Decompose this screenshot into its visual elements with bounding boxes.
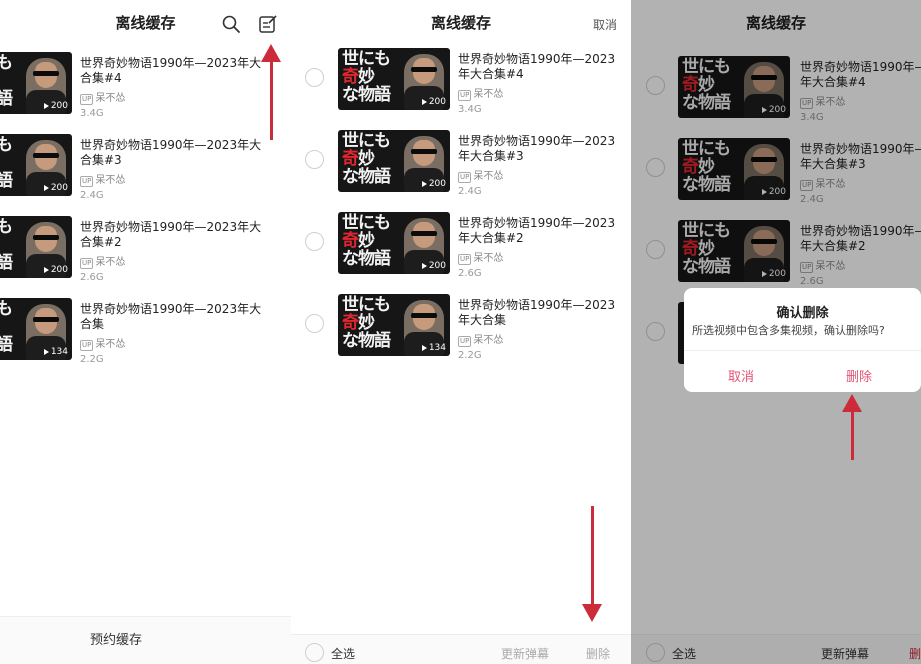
- confirm-delete-dialog: 确认删除 所选视频中包含多集视频，确认删除吗? 取消 删除: [684, 288, 921, 392]
- play-icon: [421, 98, 427, 105]
- file-size: 3.4G: [458, 104, 482, 115]
- list-item[interactable]: 世にも 奇妙 な物語 200 世界奇妙物语1990年—2023年大合集#3 UP…: [291, 130, 631, 200]
- arrow-down-icon: [582, 604, 602, 622]
- video-thumbnail: 世にも 奇妙 な物語 134: [0, 298, 72, 360]
- panel-confirm-delete: 离线缓存 世にも 奇妙 な物語 200 世界奇妙物语1990年— 年大合集#4 U…: [631, 0, 921, 664]
- arrow-shaft: [270, 60, 273, 140]
- page-title: 离线缓存: [430, 14, 491, 32]
- file-size: 2.6G: [458, 268, 482, 279]
- video-title: 世界奇妙物语1990年—2023年大合集: [458, 298, 616, 327]
- file-size: 2.2G: [80, 354, 104, 365]
- list-item[interactable]: 世にも 奇妙 な物語 134 世界奇妙物语1990年—2023年大合集 UP呆不…: [291, 294, 631, 364]
- video-title: 世界奇妙物语1990年—2023年大合集#3: [458, 134, 616, 163]
- video-thumbnail: 世にも 奇妙 な物語 200: [0, 134, 72, 196]
- uploader: UP 呆不怂: [458, 171, 504, 183]
- file-size: 2.2G: [458, 350, 482, 361]
- list-item[interactable]: 世にも 奇妙 な物語 200 世界奇妙物语1990年—2023年大合集#3 UP…: [0, 134, 291, 204]
- play-icon: [43, 184, 49, 191]
- uploader: UP 呆不怂: [80, 93, 126, 105]
- episode-count: 134: [43, 347, 68, 357]
- bottom-bar: 预约缓存: [0, 616, 291, 664]
- up-badge-icon: UP: [80, 340, 94, 351]
- episode-count: 200: [43, 183, 68, 193]
- list-item[interactable]: 世にも 奇妙 な物語 134 世界奇妙物语1990年—2023年大合集 UP呆不…: [0, 298, 291, 368]
- video-title: 世界奇妙物语1990年—2023年大合集#2: [80, 220, 262, 249]
- panel-offline-cache: 离线缓存 世にも 奇妙 な物語 200 世界奇妙物语1990年—2023年大合集…: [0, 0, 291, 664]
- bottom-bar: 全选 更新弹幕 删除: [291, 634, 631, 664]
- play-icon: [43, 102, 49, 109]
- delete-button[interactable]: 删除: [586, 645, 610, 662]
- play-icon: [421, 344, 427, 351]
- edit-icon[interactable]: [258, 14, 278, 34]
- video-title: 世界奇妙物语1990年—2023年大合集: [80, 302, 262, 331]
- uploader: UP 呆不怂: [458, 253, 504, 265]
- play-icon: [421, 180, 427, 187]
- play-icon: [421, 262, 427, 269]
- uploader: UP 呆不怂: [458, 89, 504, 101]
- up-badge-icon: UP: [458, 254, 472, 265]
- select-radio[interactable]: [305, 150, 324, 169]
- video-thumbnail: 世にも 奇妙 な物語 200: [338, 212, 450, 274]
- select-radio[interactable]: [305, 232, 324, 251]
- cancel-button[interactable]: 取消: [593, 16, 617, 33]
- reserve-cache-button[interactable]: 预约缓存: [90, 629, 142, 648]
- update-danmaku-button[interactable]: 更新弹幕: [501, 645, 549, 662]
- episode-count: 200: [43, 265, 68, 275]
- uploader: UP 呆不怂: [80, 257, 126, 269]
- up-badge-icon: UP: [80, 94, 94, 105]
- video-thumbnail: 世にも 奇妙 な物語 134: [338, 294, 450, 356]
- search-icon[interactable]: [221, 14, 241, 34]
- episode-count: 200: [43, 101, 68, 111]
- panel-edit-mode: 离线缓存 取消 世にも 奇妙 な物語 200 世界奇妙物语1990年—2023年…: [291, 0, 631, 664]
- select-all-label[interactable]: 全选: [331, 645, 355, 662]
- uploader: UP 呆不怂: [458, 335, 504, 347]
- video-thumbnail: 世にも 奇妙 な物語 200: [338, 130, 450, 192]
- video-title: 世界奇妙物语1990年—2023年大合集#2: [458, 216, 616, 245]
- select-radio[interactable]: [305, 314, 324, 333]
- play-icon: [43, 348, 49, 355]
- arrow-shaft: [591, 506, 594, 610]
- file-size: 2.6G: [80, 272, 104, 283]
- dialog-confirm-delete-button[interactable]: 删除: [846, 366, 872, 385]
- uploader: UP 呆不怂: [80, 339, 126, 351]
- arrow-shaft: [851, 410, 854, 460]
- up-badge-icon: UP: [80, 176, 94, 187]
- up-badge-icon: UP: [458, 172, 472, 183]
- video-thumbnail: 世にも 奇妙 な物語 200: [0, 52, 72, 114]
- episode-count: 200: [421, 97, 446, 107]
- video-thumbnail: 世にも 奇妙 な物語 200: [338, 48, 450, 110]
- episode-count: 134: [421, 343, 446, 353]
- file-size: 2.4G: [80, 190, 104, 201]
- file-size: 3.4G: [80, 108, 104, 119]
- file-size: 2.4G: [458, 186, 482, 197]
- play-icon: [43, 266, 49, 273]
- up-badge-icon: UP: [458, 336, 472, 347]
- up-badge-icon: UP: [458, 90, 472, 101]
- list-item[interactable]: 世にも 奇妙 な物語 200 世界奇妙物语1990年—2023年大合集#2 UP…: [0, 216, 291, 286]
- episode-count: 200: [421, 261, 446, 271]
- list-item[interactable]: 世にも 奇妙 な物語 200 世界奇妙物语1990年—2023年大合集#2 UP…: [291, 212, 631, 282]
- page-title: 离线缓存: [115, 14, 176, 32]
- list-item[interactable]: 世にも 奇妙 な物語 200 世界奇妙物语1990年—2023年大合集#4 UP…: [291, 48, 631, 118]
- video-title: 世界奇妙物语1990年—2023年大合集#4: [458, 52, 616, 81]
- uploader: UP 呆不怂: [80, 175, 126, 187]
- dialog-title: 确认删除: [776, 306, 829, 321]
- video-thumbnail: 世にも 奇妙 な物語 200: [0, 216, 72, 278]
- dialog-message: 所选视频中包含多集视频，确认删除吗?: [692, 324, 885, 337]
- video-title: 世界奇妙物语1990年—2023年大合集#4: [80, 56, 262, 85]
- select-radio[interactable]: [305, 68, 324, 87]
- video-title: 世界奇妙物语1990年—2023年大合集#3: [80, 138, 262, 167]
- list-item[interactable]: 世にも 奇妙 な物語 200 世界奇妙物语1990年—2023年大合集#4 UP…: [0, 52, 291, 122]
- up-badge-icon: UP: [80, 258, 94, 269]
- select-all-radio[interactable]: [305, 643, 324, 662]
- dialog-cancel-button[interactable]: 取消: [728, 366, 754, 385]
- episode-count: 200: [421, 179, 446, 189]
- dialog-divider: [684, 350, 921, 351]
